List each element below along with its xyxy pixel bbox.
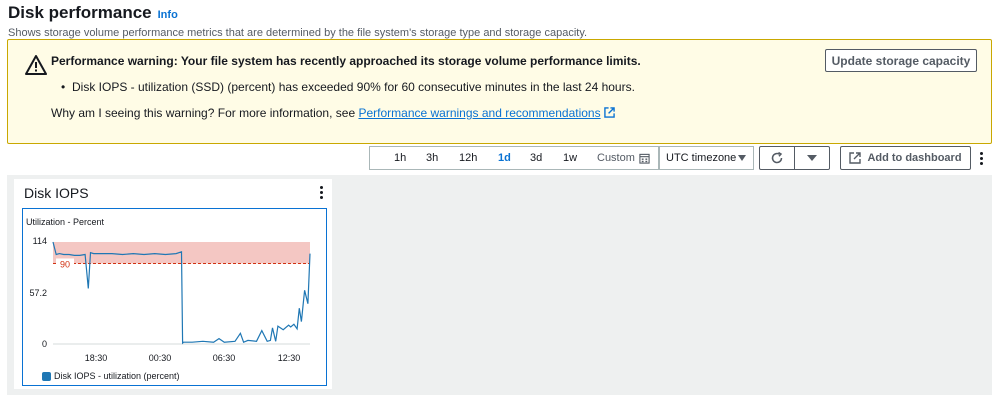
range-1w[interactable]: 1w [563, 152, 577, 164]
performance-warning-alert: Performance warning: Your file system ha… [7, 39, 992, 144]
add-to-dashboard-label: Add to dashboard [867, 152, 962, 164]
calendar-icon [639, 153, 650, 164]
chevron-down-icon [738, 155, 746, 161]
range-3h[interactable]: 3h [426, 152, 438, 164]
y-tick-label: 114 [32, 236, 47, 246]
timezone-select[interactable]: UTC timezone [659, 146, 754, 170]
x-tick-label: 00:30 [148, 353, 172, 363]
warning-why-text: Why am I seeing this warning? For more i… [51, 106, 615, 120]
range-1d[interactable]: 1d [498, 152, 511, 164]
page-header: Disk performance Info Shows storage volu… [8, 3, 587, 39]
more-actions-icon[interactable] [979, 152, 983, 165]
update-storage-capacity-button[interactable]: Update storage capacity [825, 49, 977, 72]
y-tick-label: 57.2 [29, 288, 47, 298]
widget-title: Disk IOPS [24, 185, 89, 201]
performance-warnings-link[interactable]: Performance warnings and recommendations [358, 106, 600, 120]
timezone-value: UTC timezone [666, 152, 737, 164]
warning-bullet: Disk IOPS - utilization (SSD) (percent) … [61, 80, 635, 94]
warning-triangle-icon [25, 55, 47, 75]
range-3d[interactable]: 3d [530, 152, 542, 164]
refresh-options-dropdown[interactable] [795, 146, 830, 170]
widget-actions-icon[interactable] [319, 186, 323, 199]
y-axis-title: Utilization - Percent [26, 217, 105, 227]
warning-title: Performance warning: Your file system ha… [51, 54, 641, 68]
page-title: Disk performance [8, 3, 152, 22]
range-custom[interactable]: Custom [597, 152, 650, 164]
why-text: Why am I seeing this warning? For more i… [51, 106, 359, 120]
external-link-icon[interactable] [603, 107, 615, 118]
page-subtitle: Shows storage volume performance metrics… [8, 27, 588, 39]
range-1h[interactable]: 1h [394, 152, 406, 164]
external-link-icon [849, 152, 862, 164]
add-to-dashboard-button[interactable]: Add to dashboard [840, 146, 971, 170]
x-tick-label: 12:30 [277, 353, 301, 363]
info-link[interactable]: Info [158, 9, 178, 21]
legend-swatch [42, 371, 51, 381]
refresh-icon [771, 151, 783, 164]
chart-legend[interactable]: Disk IOPS - utilization (percent) [42, 371, 180, 381]
x-tick-label: 06:30 [212, 353, 236, 363]
legend-label: Disk IOPS - utilization (percent) [54, 371, 180, 381]
x-tick-label: 18:30 [84, 353, 108, 363]
y-tick-label: 0 [41, 339, 47, 349]
custom-label: Custom [597, 152, 635, 164]
range-12h[interactable]: 12h [459, 152, 477, 164]
caret-down-icon [807, 155, 817, 161]
refresh-button[interactable] [759, 146, 795, 170]
time-range-selector: 1h 3h 12h 1d 3d 1w Custom [369, 146, 659, 170]
